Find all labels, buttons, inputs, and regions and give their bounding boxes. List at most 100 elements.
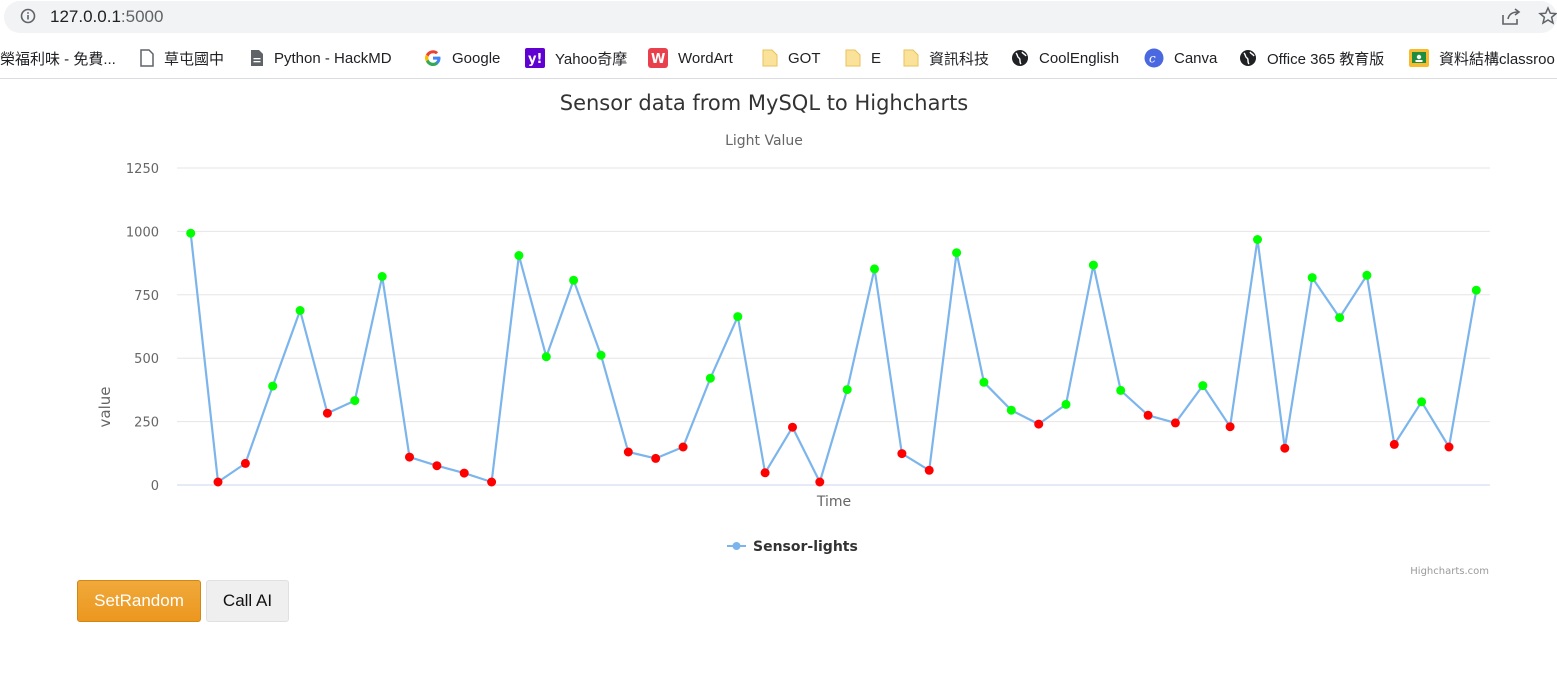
bookmark-label: WordArt (678, 49, 733, 67)
data-point[interactable] (1444, 442, 1454, 452)
data-point[interactable] (1307, 273, 1317, 283)
folder-icon (903, 49, 919, 67)
bookmark-item[interactable]: y! Yahoo奇摩 (525, 48, 627, 68)
bookmark-item[interactable]: Python - HackMD (250, 48, 392, 68)
data-point[interactable] (240, 458, 250, 468)
data-point[interactable] (924, 465, 934, 475)
y-axis-title: value (96, 387, 114, 428)
chart-container: Sensor data from MySQL to Highcharts Lig… (0, 80, 1557, 580)
bookmark-label: 資料結構classroo (1439, 50, 1555, 68)
url-host: 127.0.0.1 (50, 7, 121, 26)
bookmark-star-icon[interactable] (1538, 6, 1557, 26)
url-text[interactable]: 127.0.0.1:5000 (50, 7, 163, 27)
bookmark-label: Google (452, 49, 501, 67)
bookmark-label: Yahoo奇摩 (555, 50, 628, 68)
globe-icon (1012, 50, 1028, 66)
url-field[interactable]: 127.0.0.1:5000 (4, 1, 1557, 33)
bookmark-item[interactable]: 榮福利味 - 免費... (0, 48, 116, 68)
bookmark-label: CoolEnglish (1039, 49, 1120, 67)
data-point[interactable] (596, 350, 606, 360)
data-point[interactable] (487, 477, 497, 487)
data-point[interactable] (788, 422, 797, 432)
bookmark-item[interactable]: CoolEnglish (1011, 48, 1119, 68)
folder-icon (845, 49, 861, 67)
data-point[interactable] (870, 264, 879, 274)
chart-subtitle: Light Value (725, 133, 803, 149)
bookmark-item[interactable]: 資訊科技 (903, 48, 989, 68)
chart-credits[interactable]: Highcharts.com (1410, 566, 1489, 577)
data-point[interactable] (432, 461, 442, 471)
bookmark-item[interactable]: 草屯國中 (140, 48, 224, 68)
bookmark-item[interactable]: W WordArt (648, 48, 733, 68)
bookmark-label: GOT (788, 49, 821, 67)
data-point[interactable] (1170, 418, 1180, 428)
data-point[interactable] (651, 453, 661, 463)
data-point[interactable] (1061, 399, 1071, 409)
data-point[interactable] (842, 385, 852, 395)
data-point[interactable] (459, 468, 469, 478)
y-tick-label: 250 (134, 416, 159, 431)
data-point[interactable] (1280, 443, 1290, 453)
data-point[interactable] (1417, 397, 1427, 407)
legend[interactable]: Sensor-lights (727, 539, 858, 555)
bookmark-item[interactable]: E (845, 48, 881, 68)
data-point[interactable] (1335, 313, 1345, 323)
canva-icon: c (1144, 48, 1164, 68)
bookmark-label: 資訊科技 (929, 50, 990, 68)
legend-point-marker (732, 542, 741, 550)
data-point[interactable] (186, 228, 196, 238)
data-point[interactable] (815, 477, 825, 487)
data-point[interactable] (1389, 439, 1399, 449)
data-point[interactable] (541, 352, 551, 362)
data-point[interactable] (569, 275, 579, 285)
y-tick-label: 0 (151, 479, 159, 494)
data-point[interactable] (760, 468, 770, 478)
data-point[interactable] (733, 312, 743, 322)
data-point[interactable] (322, 408, 332, 418)
bookmark-item[interactable]: c Canva (1144, 48, 1217, 68)
bookmark-label: 草屯國中 (164, 50, 225, 68)
call-ai-button[interactable]: Call AI (206, 580, 289, 622)
data-point[interactable] (678, 442, 688, 452)
data-point[interactable] (1034, 419, 1044, 429)
data-point[interactable] (350, 396, 360, 406)
data-point[interactable] (1225, 422, 1235, 432)
yahoo-icon: y! (525, 48, 545, 68)
bookmark-item[interactable]: GOT (762, 48, 821, 68)
data-point[interactable] (897, 449, 907, 459)
x-axis-title: Time (816, 494, 851, 510)
data-point[interactable] (623, 447, 633, 457)
classroom-icon (1409, 49, 1429, 67)
bookmark-item[interactable]: 資料結構classroo (1409, 48, 1555, 68)
data-point[interactable] (377, 272, 387, 281)
data-point[interactable] (514, 251, 524, 260)
bookmark-item[interactable]: Google (424, 48, 500, 68)
page-icon (140, 49, 154, 67)
data-point[interactable] (952, 248, 962, 258)
data-point[interactable] (1088, 260, 1098, 270)
google-icon (425, 50, 441, 66)
data-point[interactable] (1471, 285, 1481, 295)
data-point[interactable] (1362, 270, 1372, 280)
svg-text:y!: y! (528, 52, 542, 67)
share-icon[interactable] (1500, 7, 1522, 27)
data-point[interactable] (1198, 381, 1208, 391)
y-tick-label: 1000 (126, 225, 159, 240)
data-point[interactable] (268, 381, 278, 391)
data-point[interactable] (295, 306, 305, 315)
data-point[interactable] (1143, 410, 1153, 420)
document-icon (251, 50, 263, 66)
data-point[interactable] (705, 373, 715, 383)
data-point[interactable] (979, 377, 989, 387)
data-point[interactable] (405, 452, 414, 462)
legend-item-sensor-lights[interactable]: Sensor-lights (753, 539, 858, 555)
set-random-button[interactable]: SetRandom (77, 580, 201, 622)
data-point[interactable] (1116, 385, 1126, 395)
data-point[interactable] (1006, 405, 1016, 415)
bookmark-label: Python - HackMD (274, 49, 392, 67)
data-point[interactable] (1253, 235, 1262, 244)
folder-icon (762, 49, 778, 67)
info-icon[interactable] (20, 8, 36, 24)
data-point[interactable] (213, 477, 223, 487)
bookmark-item[interactable]: Office 365 教育版 (1239, 48, 1384, 68)
